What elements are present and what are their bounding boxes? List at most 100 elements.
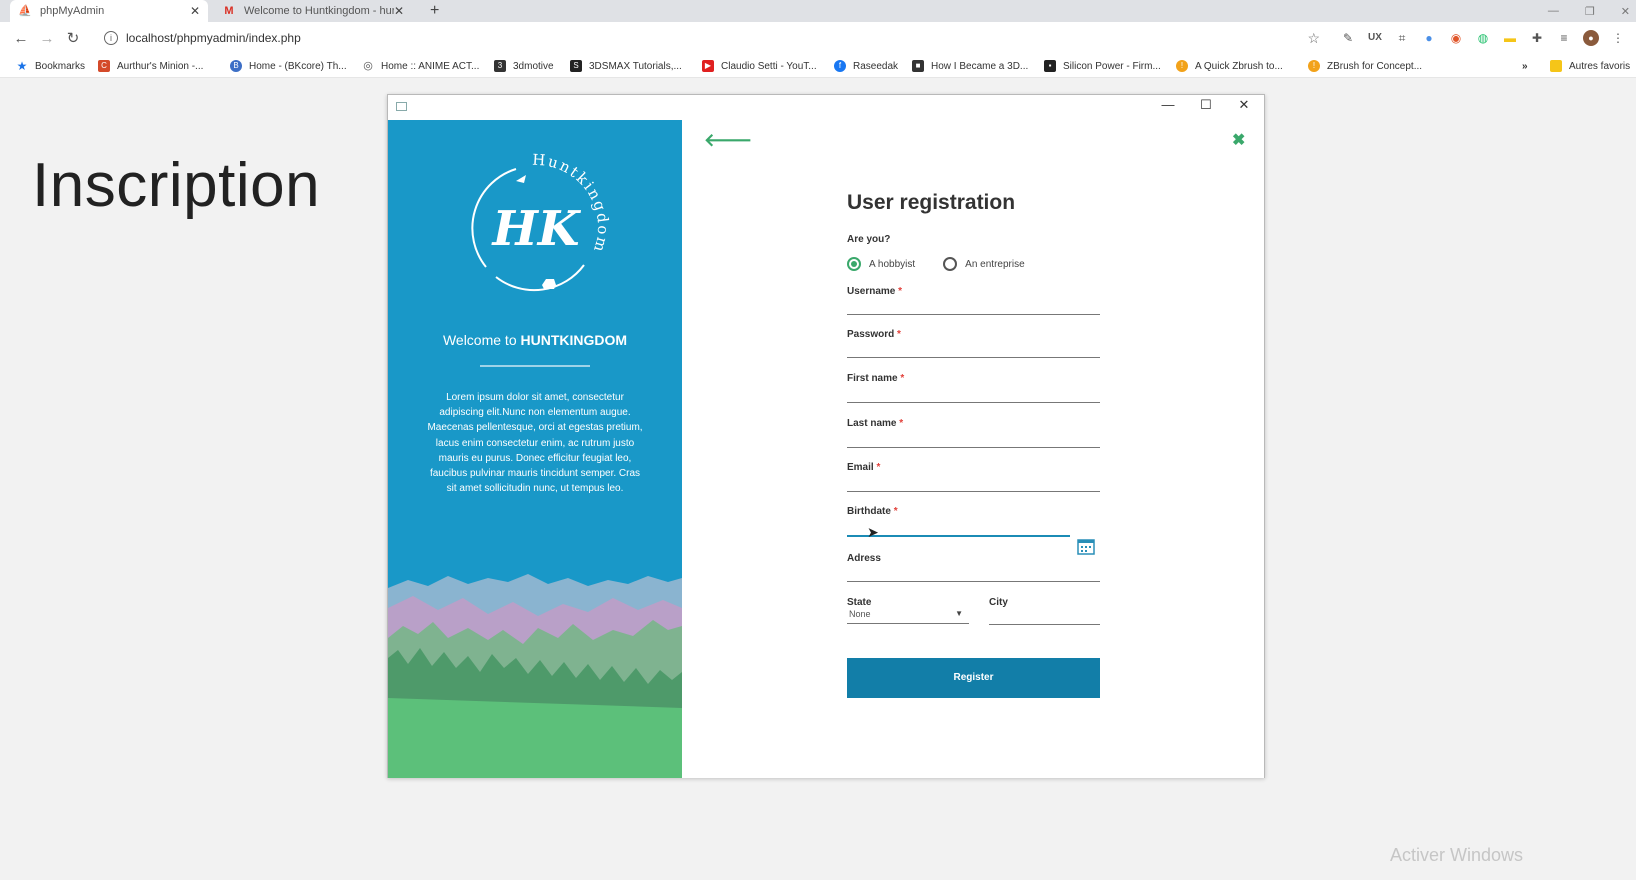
mouse-cursor-icon: ➤ bbox=[867, 524, 879, 540]
close-icon[interactable]: ✕ bbox=[1234, 97, 1254, 113]
state-select-value: None bbox=[849, 609, 871, 619]
bookmark-item[interactable]: f Raseedak bbox=[834, 54, 898, 78]
forward-arrow-icon[interactable]: → bbox=[34, 30, 60, 47]
welcome-divider bbox=[480, 365, 590, 367]
city-input[interactable] bbox=[989, 605, 1100, 625]
back-arrow-icon[interactable]: ← bbox=[8, 30, 34, 47]
url-input[interactable]: i localhost/phpmyadmin/index.php ☆ bbox=[96, 26, 1324, 50]
welcome-heading: Welcome to HUNTKINGDOM bbox=[388, 332, 682, 348]
minimize-icon[interactable]: — bbox=[1158, 97, 1178, 112]
bookmark-favicon-icon: C bbox=[98, 60, 110, 72]
entreprise-radio[interactable] bbox=[943, 257, 958, 271]
bookmark-label: Home - (BKcore) Th... bbox=[249, 60, 347, 72]
folder-icon bbox=[1550, 60, 1562, 72]
bookmark-label: 3DSMAX Tutorials,... bbox=[589, 60, 682, 72]
restore-icon[interactable]: ❐ bbox=[1585, 5, 1595, 18]
deer-icon bbox=[542, 279, 556, 289]
blue-extension-icon[interactable]: ● bbox=[1421, 30, 1437, 46]
back-arrow-icon[interactable]: 🡐 bbox=[704, 130, 752, 151]
crop-icon[interactable]: ⌗ bbox=[1394, 30, 1410, 46]
bookmark-favicon-icon: ■ bbox=[912, 60, 924, 72]
bookmark-label: Raseedak bbox=[853, 60, 899, 72]
page-title: Inscription bbox=[32, 151, 321, 220]
app-title-bar: — ☐ ✕ bbox=[388, 95, 1264, 120]
extensions-bar: ✎ UX ⌗ ● ◉ ◍ ▬ ✚ ≡ ● ⋮ bbox=[1340, 22, 1626, 54]
address-bar: ← → ↻ i localhost/phpmyadmin/index.php ☆… bbox=[0, 22, 1636, 54]
bookmark-item[interactable]: ■ How I Became a 3D... bbox=[912, 54, 1028, 78]
bookmark-item[interactable]: ▪ Silicon Power - Firm... bbox=[1044, 54, 1161, 78]
star-icon[interactable]: ☆ bbox=[1307, 30, 1320, 47]
minimize-icon[interactable]: — bbox=[1548, 5, 1559, 17]
avatar[interactable]: ● bbox=[1583, 30, 1599, 46]
calendar-icon[interactable] bbox=[1077, 538, 1095, 555]
tab-label: Welcome to Huntkingdom - hun bbox=[244, 5, 394, 17]
mountains-illustration bbox=[388, 574, 682, 778]
browser-window-controls: — ❐ ✕ bbox=[1548, 0, 1630, 22]
ux-extension-icon[interactable]: UX bbox=[1367, 30, 1383, 46]
hobbyist-radio-label: A hobbyist bbox=[869, 258, 916, 270]
bookmark-label: How I Became a 3D... bbox=[931, 60, 1029, 72]
bookmark-favicon-icon: S bbox=[570, 60, 582, 72]
maximize-icon[interactable]: ☐ bbox=[1196, 97, 1216, 113]
tab-phpmyadmin[interactable]: ⛵ phpMyAdmin ✕ bbox=[10, 0, 208, 22]
email-input[interactable] bbox=[847, 472, 1100, 492]
info-icon[interactable]: i bbox=[104, 31, 118, 45]
bookmark-favicon-icon: ▪ bbox=[1044, 60, 1056, 72]
close-icon[interactable]: ✕ bbox=[1621, 5, 1630, 18]
eyedropper-icon[interactable]: ✎ bbox=[1340, 30, 1356, 46]
chrome-extension-icon[interactable]: ◉ bbox=[1448, 30, 1464, 46]
bookmark-item[interactable]: ▶ Claudio Setti - YouT... bbox=[702, 54, 817, 78]
yellow-extension-icon[interactable]: ▬ bbox=[1502, 30, 1518, 46]
registration-panel: 🡐 ✖ User registration Are you? A hobbyis… bbox=[682, 120, 1264, 778]
bookmark-label: Aurthur's Minion -... bbox=[117, 60, 204, 72]
close-icon[interactable]: ✖ bbox=[1232, 130, 1245, 150]
bookmark-item[interactable]: C Aurthur's Minion -... bbox=[98, 54, 203, 78]
birthdate-label: Birthdate * bbox=[847, 506, 898, 517]
chevron-down-icon: ▼ bbox=[955, 609, 963, 618]
other-bookmarks[interactable]: Autres favoris bbox=[1550, 54, 1630, 78]
bookmark-item[interactable]: ◎ Home :: ANIME ACT... bbox=[362, 54, 479, 78]
bookmark-item[interactable]: 3 3dmotive bbox=[494, 54, 554, 78]
bookmark-favicon-icon: 3 bbox=[494, 60, 506, 72]
bookmark-item[interactable]: B Home - (BKcore) Th... bbox=[230, 54, 347, 78]
welcome-panel: Huntkingdom HK Welcome to HUNTKINGDOM Lo… bbox=[388, 120, 682, 778]
new-tab-button[interactable]: + bbox=[430, 0, 439, 22]
hobbyist-radio[interactable] bbox=[847, 257, 861, 271]
bookmark-favicon-icon: B bbox=[230, 60, 242, 72]
state-select[interactable]: None ▼ bbox=[847, 604, 969, 624]
green-extension-icon[interactable]: ◍ bbox=[1475, 30, 1491, 46]
activate-windows-watermark: Activer Windows bbox=[1390, 845, 1524, 865]
app-icon bbox=[396, 102, 407, 111]
bookmark-label: Silicon Power - Firm... bbox=[1063, 60, 1161, 72]
bookmark-label: 3dmotive bbox=[513, 60, 554, 72]
close-tab-icon[interactable]: ✕ bbox=[190, 4, 200, 18]
bird-icon bbox=[516, 175, 526, 183]
bookmark-item[interactable]: ! ZBrush for Concept... bbox=[1308, 54, 1422, 78]
bookmark-item[interactable]: ! A Quick Zbrush to... bbox=[1176, 54, 1283, 78]
first-name-input[interactable] bbox=[847, 383, 1100, 403]
bookmark-item[interactable]: S 3DSMAX Tutorials,... bbox=[570, 54, 682, 78]
password-input[interactable] bbox=[847, 338, 1100, 358]
welcome-brand: HUNTKINGDOM bbox=[520, 332, 628, 348]
facebook-icon: f bbox=[834, 60, 846, 72]
bookmark-label: Claudio Setti - YouT... bbox=[721, 60, 817, 72]
last-name-input[interactable] bbox=[847, 428, 1100, 448]
adress-input[interactable] bbox=[847, 562, 1100, 582]
tab-huntkingdom[interactable]: M Welcome to Huntkingdom - hun ✕ bbox=[214, 0, 412, 22]
logo-monogram: HK bbox=[490, 201, 581, 257]
birthdate-input[interactable] bbox=[847, 517, 1070, 537]
reload-icon[interactable]: ↻ bbox=[60, 29, 86, 47]
menu-dots-icon[interactable]: ⋮ bbox=[1610, 30, 1626, 46]
close-tab-icon[interactable]: ✕ bbox=[394, 4, 404, 18]
username-input[interactable] bbox=[847, 295, 1100, 315]
gmail-icon: M bbox=[224, 5, 234, 17]
bookmark-label: A Quick Zbrush to... bbox=[1195, 60, 1283, 72]
more-bookmarks-button[interactable]: » bbox=[1522, 54, 1528, 78]
register-button[interactable]: Register bbox=[847, 658, 1100, 698]
puzzle-icon[interactable]: ✚ bbox=[1529, 30, 1545, 46]
reading-list-icon[interactable]: ≡ bbox=[1556, 30, 1572, 46]
browser-tab-bar: ⛵ phpMyAdmin ✕ M Welcome to Huntkingdom … bbox=[0, 0, 1636, 22]
are-you-label: Are you? bbox=[847, 234, 891, 245]
bookmark-item[interactable]: ★ Bookmarks bbox=[16, 54, 85, 78]
bookmark-favicon-icon: ! bbox=[1308, 60, 1320, 72]
